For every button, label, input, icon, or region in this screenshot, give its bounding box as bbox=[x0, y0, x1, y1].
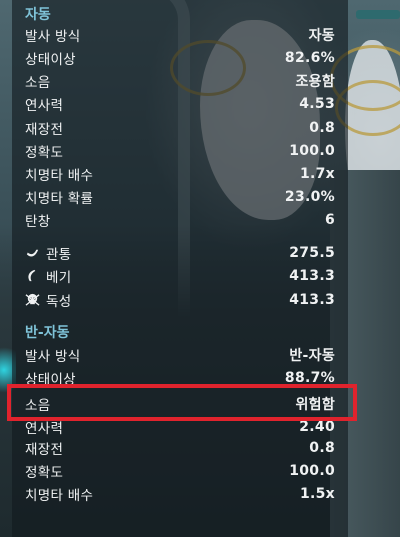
stat-value: 82.6% bbox=[284, 49, 335, 66]
stat-label: 정확도 bbox=[25, 464, 64, 481]
stat-value: 조용함 bbox=[295, 73, 335, 90]
stat-value: 1.7x bbox=[299, 165, 335, 182]
stat-row-fire-rate: 연사력 4.53 bbox=[25, 93, 337, 114]
stat-row-magazine: 탄창 6 bbox=[25, 209, 337, 230]
stat-label: 연사력 bbox=[25, 97, 64, 114]
stat-row-puncture: 관통 275.5 bbox=[25, 242, 337, 263]
stat-value: 413.3 bbox=[289, 291, 335, 308]
stat-row-fire-mode: 발사 방식 자동 bbox=[25, 24, 337, 45]
stat-row-crit-multiplier: 치명타 배수 1.7x bbox=[25, 163, 337, 184]
stat-label: 소음 bbox=[25, 74, 51, 91]
stat-value: 413.3 bbox=[289, 267, 335, 284]
stat-label: 탄창 bbox=[25, 213, 51, 230]
stat-value: 1.5x bbox=[299, 485, 335, 502]
stat-value: 275.5 bbox=[289, 244, 335, 261]
stat-value: 0.8 bbox=[309, 119, 335, 136]
stat-value: 0.8 bbox=[309, 439, 335, 456]
stat-value: 23.0% bbox=[284, 188, 335, 205]
stat-value: 100.0 bbox=[289, 462, 335, 479]
stat-value: 반-자동 bbox=[289, 347, 335, 364]
toxin-skull-icon bbox=[25, 293, 40, 306]
stat-label: 정확도 bbox=[25, 144, 64, 161]
stat-label: 치명타 확률 bbox=[25, 190, 94, 207]
stat-row-accuracy: 정확도 100.0 bbox=[25, 140, 337, 161]
background-teal-bar bbox=[356, 10, 400, 19]
section-title-semi-auto: 반-자동 bbox=[25, 325, 70, 341]
stat-row-reload: 재장전 0.8 bbox=[25, 437, 337, 458]
stat-row-accuracy: 정확도 100.0 bbox=[25, 460, 337, 481]
stat-row-status: 상태이상 82.6% bbox=[25, 47, 337, 68]
stat-row-reload: 재장전 0.8 bbox=[25, 117, 337, 138]
stat-row-slash: 베기 413.3 bbox=[25, 265, 337, 286]
stat-label: 상태이상 bbox=[25, 51, 76, 68]
stat-label: 발사 방식 bbox=[25, 348, 81, 365]
stat-row-fire-mode: 발사 방식 반-자동 bbox=[25, 344, 337, 365]
highlight-box-noise bbox=[7, 384, 357, 421]
stat-label: 치명타 배수 bbox=[25, 487, 94, 504]
section-title-auto: 자동 bbox=[25, 7, 51, 23]
stat-row-crit-multiplier: 치명타 배수 1.5x bbox=[25, 483, 337, 504]
stat-label: 발사 방식 bbox=[25, 28, 81, 45]
stat-label: 재장전 bbox=[25, 121, 64, 138]
stat-label: 치명타 배수 bbox=[25, 167, 94, 184]
stat-value: 4.53 bbox=[299, 95, 335, 112]
stat-label: 재장전 bbox=[25, 441, 64, 458]
stat-row-noise: 소음 조용함 bbox=[25, 70, 337, 91]
slash-icon bbox=[28, 269, 36, 282]
stat-row-toxin: 독성 413.3 bbox=[25, 289, 337, 310]
stat-value: 6 bbox=[324, 211, 335, 228]
stat-value: 100.0 bbox=[289, 142, 335, 159]
stat-row-crit-chance: 치명타 확률 23.0% bbox=[25, 186, 337, 207]
puncture-icon bbox=[26, 249, 39, 257]
stat-value: 자동 bbox=[308, 27, 335, 44]
stat-label: 독성 bbox=[46, 293, 72, 310]
stat-label: 베기 bbox=[46, 269, 72, 286]
stat-label: 관통 bbox=[46, 246, 72, 263]
